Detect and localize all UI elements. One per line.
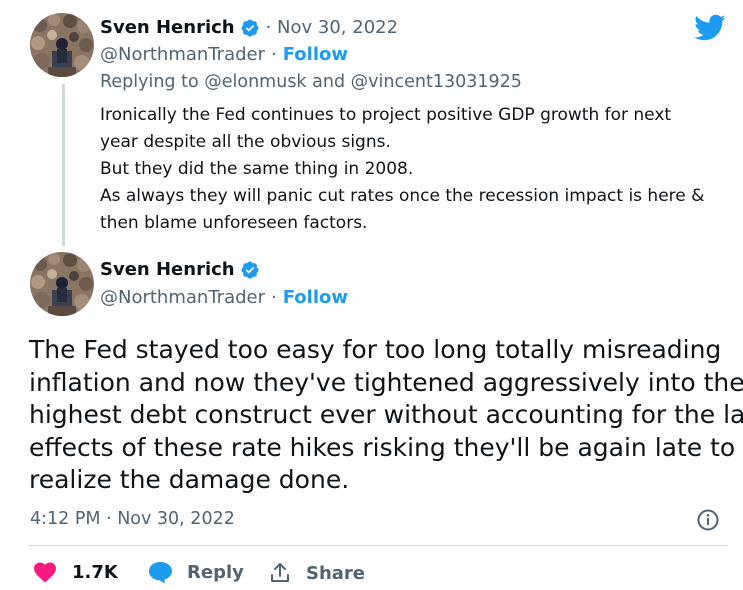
- tweet-text-line: As always they will panic cut rates once…: [100, 186, 705, 206]
- reply-tweet-header: Sven Henrich · Nov 30, 2022: [100, 17, 398, 38]
- tweet-text-line: effects of these rate hikes risking they…: [29, 432, 736, 462]
- info-icon[interactable]: [696, 508, 720, 536]
- tweet-text-line: But they did the same thing in 2008.: [100, 159, 414, 179]
- main-tweet-header: Sven Henrich: [100, 259, 260, 280]
- speech-bubble-icon: [148, 561, 173, 584]
- replying-to-label: Replying to: [100, 72, 199, 92]
- tweet-timestamp[interactable]: 4:12 PM · Nov 30, 2022: [30, 509, 235, 529]
- author-name[interactable]: Sven Henrich: [100, 17, 235, 38]
- verified-badge-icon: [240, 18, 260, 38]
- twitter-bird-icon[interactable]: [694, 14, 726, 46]
- reply-button[interactable]: Reply: [148, 561, 244, 584]
- author-handle[interactable]: @NorthmanTrader: [100, 287, 265, 308]
- like-button[interactable]: 1.7K: [33, 561, 118, 583]
- main-tweet-handle-row: @NorthmanTrader · Follow: [100, 287, 348, 308]
- heart-icon: [33, 561, 57, 583]
- follow-button[interactable]: Follow: [283, 44, 348, 65]
- share-label: Share: [306, 562, 366, 584]
- reply-mention-link[interactable]: @elonmusk: [204, 72, 306, 92]
- separator-dot: ·: [271, 287, 277, 308]
- tweet-text-line: year despite all the obvious signs.: [100, 132, 391, 152]
- tweet-text-line: inflation and now they've tightened aggr…: [29, 367, 743, 397]
- tweet-text-line: realize the damage done.: [29, 465, 350, 494]
- reply-tweet-text: Ironically the Fed continues to project …: [100, 102, 704, 237]
- avatar[interactable]: [30, 252, 94, 316]
- avatar-image: [30, 252, 94, 316]
- author-handle[interactable]: @NorthmanTrader: [100, 44, 265, 65]
- reply-mention-link[interactable]: @vincent13031925: [351, 72, 522, 92]
- main-tweet-text: The Fed stayed too easy for too long tot…: [29, 334, 743, 497]
- follow-button[interactable]: Follow: [283, 287, 348, 308]
- tweet-text-line: Ironically the Fed continues to project …: [100, 105, 672, 125]
- replying-to-line: Replying to @elonmusk and @vincent130319…: [100, 72, 522, 92]
- separator-dot: ·: [271, 44, 277, 65]
- tweet-date[interactable]: · Nov 30, 2022: [266, 17, 398, 38]
- verified-badge-icon: [240, 260, 260, 280]
- tweet-text-line: The Fed stayed too easy for too long tot…: [29, 335, 722, 364]
- avatar[interactable]: [30, 13, 94, 77]
- replying-to-and: and: [312, 72, 346, 92]
- share-icon: [268, 561, 292, 585]
- like-count: 1.7K: [72, 561, 118, 583]
- reply-label: Reply: [187, 562, 244, 583]
- tweet-text-line: highest debt construct ever without acco…: [29, 400, 743, 429]
- share-button[interactable]: Share: [268, 561, 365, 585]
- divider: [28, 545, 728, 546]
- tweet-text-line: then blame unforeseen factors.: [100, 213, 368, 233]
- author-name[interactable]: Sven Henrich: [100, 259, 235, 280]
- avatar-image: [30, 13, 94, 77]
- reply-tweet-handle-row: @NorthmanTrader · Follow: [100, 44, 348, 65]
- thread-connector-line: [62, 84, 65, 246]
